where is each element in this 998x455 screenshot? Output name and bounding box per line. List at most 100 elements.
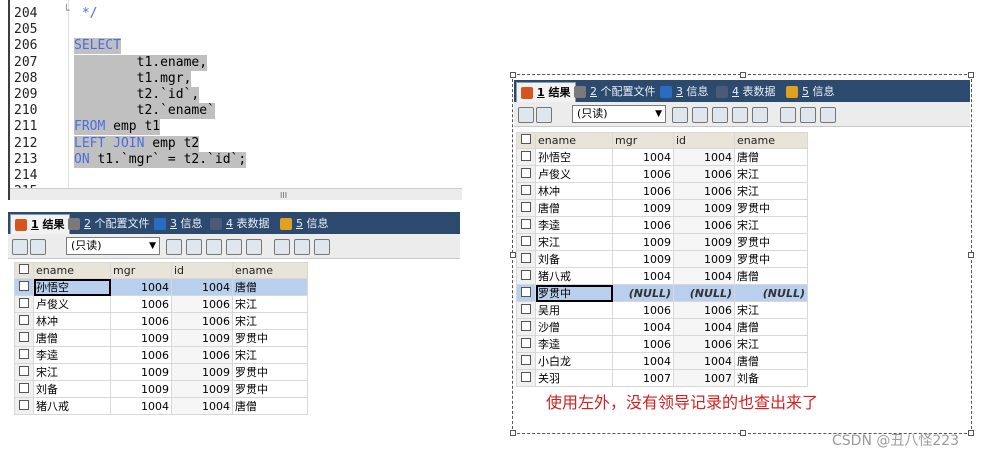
table-cell[interactable]: 1006	[673, 335, 735, 353]
table-cell[interactable]: 罗贯中	[734, 250, 808, 268]
table-cell[interactable]: 1004	[673, 267, 735, 285]
code-line[interactable]: FROM emp t1	[74, 119, 161, 136]
table-cell[interactable]: 卢俊义	[535, 165, 613, 183]
row-checkbox-cell[interactable]	[516, 352, 536, 370]
row-checkbox[interactable]	[521, 167, 531, 178]
table-cell[interactable]: 1004	[110, 278, 172, 296]
table-row[interactable]: 关羽 1007 1007 刘备	[516, 369, 808, 387]
row-checkbox[interactable]	[19, 348, 29, 359]
table-cell[interactable]: 1009	[110, 329, 172, 347]
table-cell[interactable]: 宋江	[535, 233, 613, 251]
text-view-icon[interactable]	[314, 239, 330, 255]
row-checkbox-cell[interactable]	[14, 397, 34, 415]
table-cell[interactable]: 1006	[612, 165, 674, 183]
table-row[interactable]: 猪八戒 1004 1004 唐僧	[14, 397, 308, 415]
table-cell[interactable]: 1004	[110, 397, 172, 415]
table-cell[interactable]: 罗贯中	[734, 233, 808, 251]
row-checkbox-cell[interactable]	[516, 267, 536, 285]
code-line[interactable]: t1.ename,	[74, 54, 208, 71]
column-header[interactable]: ename	[734, 132, 808, 149]
table-cell[interactable]: 罗贯中	[734, 199, 808, 217]
table-row[interactable]: 唐僧 1009 1009 罗贯中	[516, 199, 808, 217]
table-row[interactable]: 猪八戒 1004 1004 唐僧	[516, 267, 808, 285]
row-checkbox[interactable]	[19, 297, 29, 308]
table-cell[interactable]: 1009	[673, 250, 735, 268]
row-checkbox[interactable]	[521, 150, 531, 161]
row-checkbox[interactable]	[521, 201, 531, 212]
tab-2[interactable]: 2 个配置文件	[64, 214, 154, 234]
row-checkbox[interactable]	[521, 371, 531, 382]
row-checkbox-cell[interactable]	[516, 318, 536, 336]
column-header[interactable]: mgr	[612, 132, 674, 149]
code-line[interactable]: ON t1.`mgr` = t2.`id`;	[74, 151, 247, 168]
table-cell[interactable]: (NULL)	[612, 284, 674, 302]
header-checkbox-cell[interactable]	[516, 132, 536, 149]
table-cell[interactable]: 宋江	[232, 346, 308, 364]
row-checkbox[interactable]	[521, 354, 531, 365]
column-header[interactable]: mgr	[110, 262, 172, 279]
table-cell[interactable]: 宋江	[734, 335, 808, 353]
table-cell[interactable]: 小白龙	[535, 352, 613, 370]
table-cell[interactable]: 宋江	[734, 301, 808, 319]
sql-editor[interactable]: 204205206207208209210211212213214215└ */…	[8, 0, 462, 200]
row-checkbox[interactable]	[19, 399, 29, 410]
row-checkbox-cell[interactable]	[516, 182, 536, 200]
table-cell[interactable]: 卢俊义	[33, 295, 111, 313]
column-header[interactable]: id	[171, 262, 233, 279]
table-cell[interactable]: 宋江	[734, 216, 808, 234]
table-cell[interactable]: 1006	[612, 216, 674, 234]
table-cell[interactable]: 罗贯中	[232, 363, 308, 381]
table-cell[interactable]: 唐僧	[33, 329, 111, 347]
table-cell[interactable]: 1009	[673, 233, 735, 251]
table-cell[interactable]: 1004	[171, 397, 233, 415]
table-cell[interactable]: 1006	[110, 346, 172, 364]
row-checkbox[interactable]	[521, 337, 531, 348]
table-cell[interactable]: 1006	[110, 295, 172, 313]
table-cell[interactable]: 林冲	[33, 312, 111, 330]
code-line[interactable]: t1.mgr,	[74, 70, 192, 87]
table-cell[interactable]: 1009	[171, 363, 233, 381]
row-checkbox[interactable]	[521, 303, 531, 314]
table-cell[interactable]: 1007	[673, 369, 735, 387]
resize-handle[interactable]	[968, 72, 974, 78]
table-cell[interactable]: 李逵	[535, 335, 613, 353]
table-cell[interactable]: 1006	[110, 312, 172, 330]
row-checkbox[interactable]	[521, 252, 531, 263]
table-cell[interactable]: 1004	[673, 352, 735, 370]
table-cell[interactable]: 唐僧	[734, 318, 808, 336]
row-checkbox[interactable]	[19, 280, 29, 291]
table-cell[interactable]: 1004	[612, 318, 674, 336]
row-checkbox-cell[interactable]	[14, 312, 34, 330]
form-view-icon[interactable]	[294, 239, 310, 255]
row-checkbox[interactable]	[521, 286, 531, 297]
table-cell[interactable]: 唐僧	[535, 199, 613, 217]
table-cell[interactable]: 1006	[171, 295, 233, 313]
table-row[interactable]: 刘备 1009 1009 罗贯中	[516, 250, 808, 268]
table-cell[interactable]: 1004	[612, 267, 674, 285]
resize-handle[interactable]	[510, 430, 516, 436]
table-cell[interactable]: 李逵	[535, 216, 613, 234]
row-checkbox-cell[interactable]	[516, 301, 536, 319]
table-row[interactable]: 孙悟空 1004 1004 唐僧	[14, 278, 308, 296]
row-checkbox[interactable]	[521, 320, 531, 331]
table-cell[interactable]: 1004	[612, 352, 674, 370]
resize-handle[interactable]	[968, 252, 974, 258]
table-cell[interactable]: 1004	[171, 278, 233, 296]
header-checkbox-cell[interactable]	[14, 262, 34, 279]
insert-row-dropdown-icon[interactable]	[30, 239, 46, 255]
row-checkbox-cell[interactable]	[14, 346, 34, 364]
table-cell[interactable]: 1006	[612, 301, 674, 319]
scrollbar-grip[interactable]: III	[280, 191, 287, 200]
table-row[interactable]: 宋江 1009 1009 罗贯中	[516, 233, 808, 251]
code-line[interactable]: SELECT	[74, 38, 121, 55]
row-checkbox-cell[interactable]	[516, 216, 536, 234]
table-row[interactable]: 李逵 1006 1006 宋江	[516, 216, 808, 234]
tab-5[interactable]: 5 信息	[276, 214, 333, 234]
table-cell[interactable]: 1004	[673, 148, 735, 166]
table-cell[interactable]: (NULL)	[673, 284, 735, 302]
row-checkbox-cell[interactable]	[516, 233, 536, 251]
table-cell[interactable]: 宋江	[232, 312, 308, 330]
table-row[interactable]: 罗贯中 (NULL) (NULL) (NULL)	[516, 284, 808, 302]
table-cell[interactable]: 宋江	[734, 165, 808, 183]
row-checkbox-cell[interactable]	[516, 369, 536, 387]
